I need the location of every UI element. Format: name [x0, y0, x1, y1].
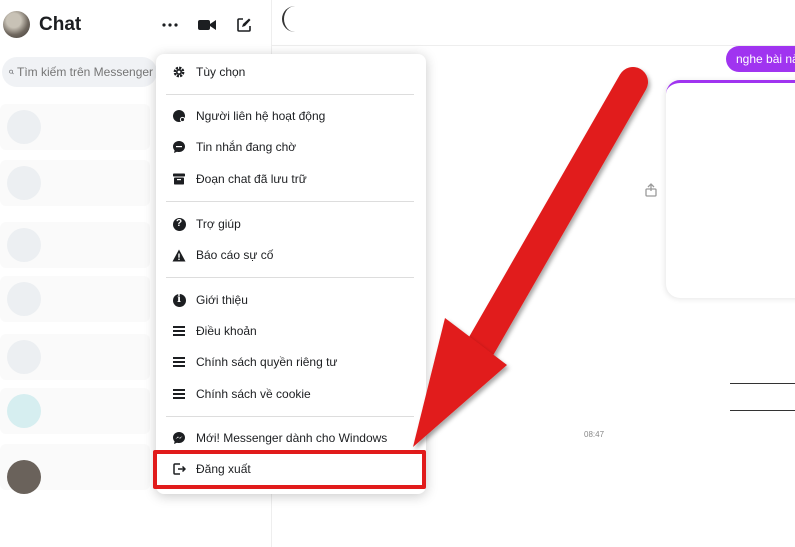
- more-dots-icon: [162, 23, 178, 27]
- divider: [730, 383, 795, 384]
- messenger-icon: [171, 430, 187, 446]
- menu-item-label: Đoạn chat đã lưu trữ: [196, 172, 307, 186]
- menu-divider: [166, 94, 414, 95]
- document-lines-icon: [171, 323, 187, 339]
- menu-item-label: Tin nhắn đang chờ: [196, 140, 297, 154]
- list-item[interactable]: [0, 276, 150, 322]
- avatar: [7, 394, 41, 428]
- menu-divider: [166, 416, 414, 417]
- menu-item-messenger-windows[interactable]: Mới! Messenger dành cho Windows: [166, 424, 416, 452]
- menu-item-label: Tùy chọn: [196, 65, 246, 79]
- list-item[interactable]: [0, 444, 150, 494]
- shared-content-card[interactable]: [666, 80, 795, 298]
- avatar: [7, 228, 41, 262]
- info-icon: i: [171, 292, 187, 308]
- menu-item-label: Chính sách quyền riêng tư: [196, 355, 338, 369]
- message-timestamp: 08:47: [584, 430, 605, 439]
- sidebar-header: Chat: [0, 0, 272, 50]
- menu-divider: [166, 277, 414, 278]
- menu-item-preferences[interactable]: Tùy chọn: [166, 58, 416, 86]
- menu-item-message-requests[interactable]: Tin nhắn đang chờ: [166, 133, 416, 161]
- outgoing-message-bubble[interactable]: nghe bài nà: [726, 46, 795, 72]
- gear-icon: [171, 64, 187, 80]
- menu-item-label: Trợ giúp: [196, 217, 241, 231]
- header-divider: [272, 45, 795, 46]
- menu-item-archived-chats[interactable]: Đoạn chat đã lưu trữ: [166, 165, 416, 193]
- list-item[interactable]: [0, 334, 150, 380]
- menu-item-label: Điều khoản: [196, 324, 257, 338]
- menu-item-label: Giới thiệu: [196, 293, 248, 307]
- menu-item-report-problem[interactable]: Báo cáo sự cố: [166, 241, 416, 269]
- user-avatar[interactable]: [3, 11, 30, 38]
- menu-item-active-contacts[interactable]: Người liên hệ hoạt động: [166, 102, 416, 130]
- menu-item-terms[interactable]: Điều khoản: [166, 317, 416, 345]
- list-item[interactable]: [0, 160, 150, 206]
- video-camera-icon: [198, 20, 216, 30]
- menu-item-label: Chính sách về cookie: [196, 387, 311, 401]
- menu-item-about[interactable]: i Giới thiệu: [166, 286, 416, 314]
- messenger-window: Chat nghe bài nà: [0, 0, 795, 547]
- share-icon[interactable]: [645, 183, 659, 197]
- message-bubble-icon: [171, 139, 187, 155]
- list-item[interactable]: [0, 388, 150, 434]
- avatar: [7, 460, 41, 494]
- menu-item-cookie-policy[interactable]: Chính sách về cookie: [166, 380, 416, 408]
- avatar: [7, 166, 41, 200]
- avatar: [7, 340, 41, 374]
- search-box[interactable]: [2, 57, 157, 87]
- menu-item-label: Người liên hệ hoạt động: [196, 109, 326, 123]
- more-options-button[interactable]: [157, 12, 183, 38]
- list-item[interactable]: [0, 222, 150, 268]
- avatar: [7, 110, 41, 144]
- menu-item-privacy-policy[interactable]: Chính sách quyền riêng tư: [166, 348, 416, 376]
- contact-avatar[interactable]: [282, 6, 308, 32]
- new-message-button[interactable]: [231, 12, 257, 38]
- logout-highlight-box: [153, 450, 426, 489]
- compose-icon: [237, 18, 251, 32]
- menu-divider: [166, 201, 414, 202]
- help-icon: ?: [171, 216, 187, 232]
- divider: [730, 410, 795, 411]
- page-title: Chat: [39, 14, 82, 35]
- list-item[interactable]: [0, 104, 150, 150]
- archive-icon: [171, 171, 187, 187]
- menu-item-label: Mới! Messenger dành cho Windows: [196, 431, 388, 445]
- menu-item-label: Báo cáo sự cố: [196, 248, 274, 262]
- menu-item-help[interactable]: ? Trợ giúp: [166, 210, 416, 238]
- video-call-button[interactable]: [194, 12, 220, 38]
- avatar: [7, 282, 41, 316]
- document-lines-icon: [171, 354, 187, 370]
- search-icon: [9, 69, 14, 75]
- options-menu: Tùy chọn Người liên hệ hoạt động Tin nhắ…: [156, 54, 426, 494]
- active-contacts-icon: [171, 108, 187, 124]
- search-input[interactable]: [17, 65, 157, 79]
- warning-icon: [171, 247, 187, 263]
- document-lines-icon: [171, 386, 187, 402]
